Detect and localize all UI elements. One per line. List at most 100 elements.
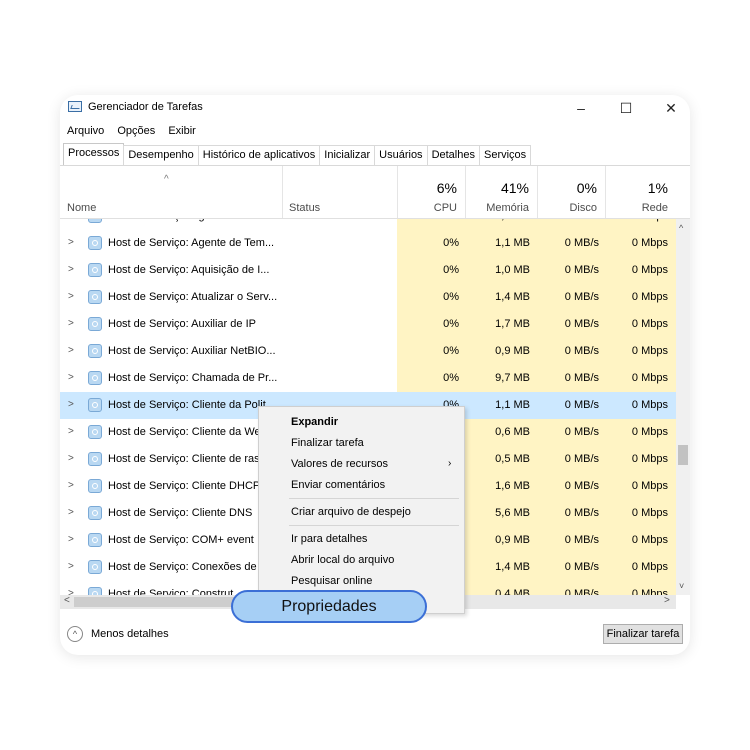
expand-chevron-icon[interactable]: > — [68, 588, 74, 595]
expand-chevron-icon[interactable]: > — [68, 291, 74, 302]
expand-chevron-icon[interactable]: > — [68, 453, 74, 464]
process-name: Host de Serviço: Auxiliar NetBIO... — [108, 345, 276, 357]
tab-detalhes[interactable]: Detalhes — [426, 145, 480, 165]
service-host-icon — [88, 533, 102, 547]
expand-chevron-icon[interactable]: > — [68, 561, 74, 572]
column-disk[interactable]: 0% Disco — [537, 166, 605, 218]
column-status[interactable]: Status — [289, 202, 320, 214]
end-task-button[interactable]: Finalizar tarefa — [603, 624, 683, 644]
expand-chevron-icon[interactable]: > — [68, 345, 74, 356]
menu-opcoes[interactable]: Opções — [117, 125, 155, 137]
menu-item-search-online[interactable]: Pesquisar online — [291, 575, 372, 587]
menu-item-expand[interactable]: Expandir — [291, 416, 338, 428]
menu-item-open-file-location[interactable]: Abrir local do arquivo — [291, 554, 394, 566]
network-value: 0 Mbps — [631, 237, 668, 249]
expand-chevron-icon[interactable]: > — [68, 507, 74, 518]
submenu-arrow-icon: › — [448, 458, 452, 469]
memory-value: 1,1 MB — [495, 237, 530, 249]
service-host-icon — [88, 236, 102, 250]
process-row[interactable]: > Host de Serviço: Auxiliar de IP 0% 1,7 MB… — [60, 311, 676, 338]
memory-value: 1,4 MB — [495, 291, 530, 303]
service-host-icon — [88, 344, 102, 358]
network-value: 0 Mbps — [631, 372, 668, 384]
network-label: Rede — [641, 202, 668, 214]
maximize-button[interactable]: ☐ — [611, 97, 641, 119]
menu-item-create-dump[interactable]: Criar arquivo de despejo — [291, 506, 411, 518]
expand-chevron-icon[interactable]: > — [68, 237, 74, 248]
vertical-scroll-thumb[interactable] — [678, 445, 688, 465]
expand-chevron-icon[interactable]: > — [68, 426, 74, 437]
memory-value: 9,7 MB — [495, 372, 530, 384]
expand-chevron-icon[interactable]: > — [68, 219, 74, 221]
cpu-value: 0% — [443, 372, 459, 384]
tab-usuarios[interactable]: Usuários — [374, 145, 428, 165]
close-button[interactable]: ✕ — [656, 97, 686, 119]
memory-value: 0,9 MB — [495, 534, 530, 546]
process-row[interactable]: > Host de Serviço: Agente de Tem... 0% 1,1 … — [60, 230, 676, 257]
cpu-value: 0% — [443, 345, 459, 357]
disk-value: 0 MB/s — [564, 264, 599, 276]
expand-chevron-icon[interactable]: > — [68, 264, 74, 275]
expand-chevron-icon[interactable]: > — [68, 480, 74, 491]
cpu-label: CPU — [433, 202, 457, 214]
cpu-value: 0% — [443, 318, 459, 330]
service-host-icon — [88, 398, 102, 412]
process-name: Host de Serviço: Agente de Con... — [108, 219, 274, 222]
menu-separator — [289, 498, 459, 499]
network-total: 1% — [647, 180, 668, 196]
disk-value: 0 MB/s — [564, 453, 599, 465]
scroll-right-icon[interactable]: > — [664, 595, 670, 606]
disk-value: 0 MB/s — [564, 480, 599, 492]
menu-item-end-task[interactable]: Finalizar tarefa — [291, 437, 364, 449]
expand-chevron-icon[interactable]: > — [68, 534, 74, 545]
process-name: Host de Serviço: Cliente DHCP — [108, 480, 261, 492]
minimize-button[interactable]: – — [566, 97, 596, 119]
column-cpu[interactable]: 6% CPU — [397, 166, 465, 218]
window-title: Gerenciador de Tarefas — [88, 101, 203, 113]
disk-value: 0 MB/s — [537, 219, 599, 222]
tab-historico[interactable]: Histórico de aplicativos — [197, 145, 321, 165]
tab-servicos[interactable]: Serviços — [478, 145, 532, 165]
process-row[interactable]: > Host de Serviço: Chamada de Pr... 0% 9,7 … — [60, 365, 676, 392]
tab-desempenho[interactable]: Desempenho — [123, 145, 199, 165]
scroll-left-icon[interactable]: < — [64, 595, 70, 606]
scroll-up-icon[interactable]: ^ — [679, 223, 683, 233]
menu-arquivo[interactable]: Arquivo — [67, 125, 104, 137]
menu-exibir[interactable]: Exibir — [168, 125, 196, 137]
tab-inicializar[interactable]: Inicializar — [319, 145, 376, 165]
disk-value: 0 MB/s — [564, 237, 599, 249]
column-memory[interactable]: 41% Memória — [465, 166, 537, 218]
tab-processos[interactable]: Processos — [63, 143, 125, 165]
process-row[interactable]: > Host de Serviço: Auxiliar NetBIO... 0% 0,… — [60, 338, 676, 365]
column-name[interactable]: Nome — [67, 202, 96, 214]
title-bar: Gerenciador de Tarefas – ☐ ✕ — [60, 95, 690, 121]
tab-bar: Processos Desempenho Histórico de aplica… — [63, 143, 532, 165]
disk-label: Disco — [569, 202, 597, 214]
fewer-details-label: Menos detalhes — [91, 628, 169, 640]
service-host-icon — [88, 219, 102, 223]
column-network[interactable]: 1% Rede — [605, 166, 676, 218]
scroll-down-icon[interactable]: ˅ — [679, 581, 684, 591]
expand-chevron-icon[interactable]: > — [68, 318, 74, 329]
service-host-icon — [88, 479, 102, 493]
process-row[interactable]: > Host de Serviço: Aquisição de I... 0% 1,0… — [60, 257, 676, 284]
network-value: 0 Mbps — [605, 219, 668, 222]
expand-chevron-icon[interactable]: > — [68, 399, 74, 410]
memory-value: 0,9 MB — [495, 345, 530, 357]
disk-value: 0 MB/s — [564, 534, 599, 546]
process-row[interactable]: > Host de Serviço: Agente de Con... 0% 1,5 … — [60, 219, 676, 230]
expand-chevron-icon[interactable]: > — [68, 372, 74, 383]
vertical-scrollbar[interactable]: ^ ˅ — [676, 219, 690, 595]
menu-item-go-to-details[interactable]: Ir para detalhes — [291, 533, 367, 545]
disk-value: 0 MB/s — [564, 345, 599, 357]
menu-item-send-feedback[interactable]: Enviar comentários — [291, 479, 385, 491]
network-value: 0 Mbps — [631, 534, 668, 546]
memory-value: 0,5 MB — [495, 453, 530, 465]
disk-value: 0 MB/s — [564, 507, 599, 519]
process-row[interactable]: > Host de Serviço: Atualizar o Serv... 0% 1… — [60, 284, 676, 311]
process-name: Host de Serviço: Auxiliar de IP — [108, 318, 256, 330]
process-name: Host de Serviço: Chamada de Pr... — [108, 372, 278, 384]
menu-item-resource-values[interactable]: Valores de recursos — [291, 458, 388, 470]
menu-item-properties[interactable]: Propriedades — [231, 590, 427, 623]
memory-value: 1,4 MB — [495, 561, 530, 573]
